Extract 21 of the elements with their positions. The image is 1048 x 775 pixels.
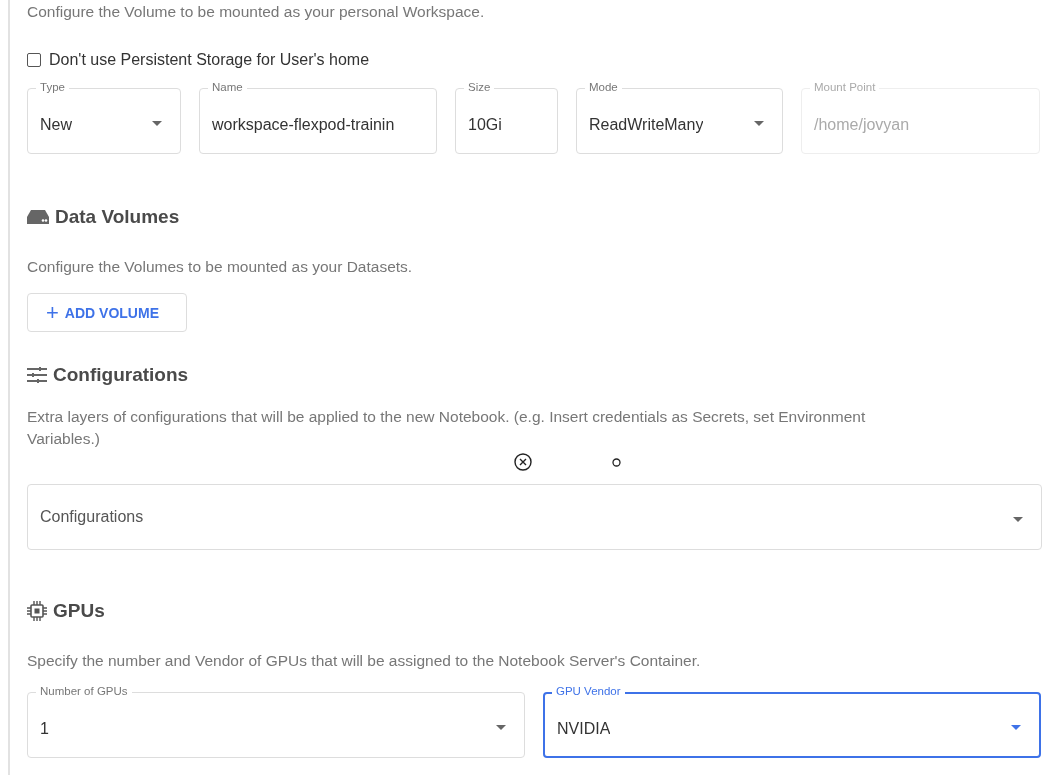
caret-icon xyxy=(754,121,764,126)
checkbox[interactable] xyxy=(27,53,41,67)
section-title: GPUs xyxy=(53,600,105,622)
caret-icon xyxy=(1011,725,1021,730)
add-volume-button[interactable]: + ADD VOLUME xyxy=(27,293,187,332)
close-circle-icon xyxy=(514,453,532,471)
caret-icon xyxy=(1013,517,1023,522)
caret-icon xyxy=(496,725,506,730)
chip-icon xyxy=(27,601,47,621)
section-description: Extra layers of configurations that will be applied to the new Notebook. (e.g. Insert credentials as Secrets, set Environment Variables.) xyxy=(27,407,867,449)
circle-icon xyxy=(612,457,621,467)
caret-icon xyxy=(152,121,162,126)
section-title: Configurations xyxy=(53,364,189,386)
section-description: Specify the number and Vendor of GPUs that will be assigned to the Notebook Server's Container. xyxy=(27,651,702,671)
section-title: Data Volumes xyxy=(55,206,180,228)
sliders-icon xyxy=(27,367,47,383)
checkbox-label: Don't use Persistent Storage for User's home xyxy=(49,51,370,69)
section-description: Configure the Volume to be mounted as your personal Workspace. xyxy=(27,2,486,22)
section-description: Configure the Volumes to be mounted as your Datasets. xyxy=(27,257,414,277)
drive-icon xyxy=(27,210,49,224)
select-field[interactable]: Configurations xyxy=(27,484,1042,550)
